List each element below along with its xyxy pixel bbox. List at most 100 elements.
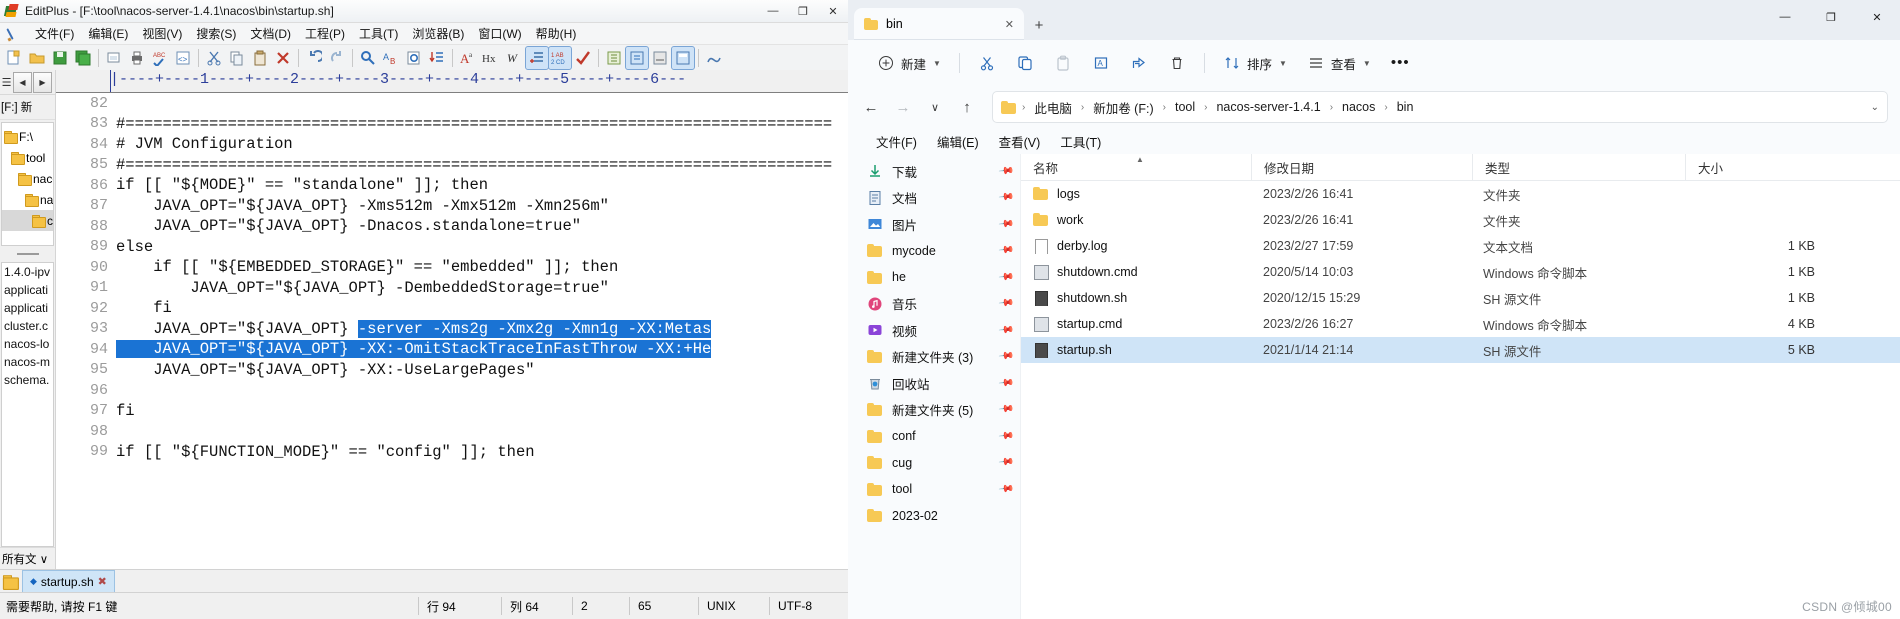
menu-file[interactable]: 文件(F) xyxy=(28,23,81,44)
font-icon[interactable]: Aa xyxy=(457,47,479,69)
goto-line-icon[interactable] xyxy=(426,47,448,69)
menu-window[interactable]: 窗口(W) xyxy=(471,23,528,44)
nav-item-3[interactable]: mycode 📌 xyxy=(848,238,1020,265)
tree-item-conf[interactable]: co xyxy=(2,210,53,231)
explorer-menu-edit[interactable]: 编辑(E) xyxy=(927,129,989,154)
code-line[interactable]: 85 #=====================================… xyxy=(56,155,848,176)
tree-item-nacos-server[interactable]: naco xyxy=(2,168,53,189)
code-line[interactable]: 86 if [[ "${MODE}" == "standalone" ]]; th… xyxy=(56,175,848,196)
delete-button[interactable] xyxy=(1159,47,1195,79)
breadcrumb-item-tool[interactable]: tool xyxy=(1171,98,1199,116)
close-icon[interactable]: ✖ xyxy=(98,575,107,588)
list-item[interactable]: nacos-lo xyxy=(2,337,53,355)
file-list-panel[interactable]: ▲ 名称 修改日期 类型 大小 logs 2023/2/26 16:41 文件夹 wo… xyxy=(1021,154,1900,619)
table-row[interactable]: shutdown.sh 2020/12/15 15:29 SH 源文件 1 KB xyxy=(1021,285,1900,311)
copy-button[interactable] xyxy=(1007,47,1043,79)
find-in-files-icon[interactable] xyxy=(403,47,425,69)
word-wrap-icon[interactable]: W xyxy=(503,47,525,69)
menu-project[interactable]: 工程(P) xyxy=(298,23,352,44)
nav-item-8[interactable]: 回收站 📌 xyxy=(848,370,1020,397)
menu-tools[interactable]: 工具(T) xyxy=(352,23,405,44)
hex-view-icon[interactable]: Hx xyxy=(480,47,502,69)
line-numbers-icon[interactable] xyxy=(525,46,549,70)
tabbar-folder-icon[interactable] xyxy=(0,571,22,592)
print-preview-icon[interactable] xyxy=(103,47,125,69)
show-spaces-icon[interactable]: 1 AB 2 CD xyxy=(548,46,572,70)
directory-pane-icon[interactable] xyxy=(603,47,625,69)
editor-area[interactable]: |----+----1----+----2----+----3----+----… xyxy=(56,70,848,570)
menu-edit[interactable]: 编辑(E) xyxy=(81,23,135,44)
breadcrumb-item-bin[interactable]: bin xyxy=(1393,98,1418,116)
breadcrumb-item-volume[interactable]: 新加卷 (F:) xyxy=(1089,96,1157,119)
minimize-button[interactable]: — xyxy=(1762,0,1808,34)
find-icon[interactable] xyxy=(357,47,379,69)
close-button[interactable]: ✕ xyxy=(818,0,848,22)
nav-item-11[interactable]: cug 📌 xyxy=(848,450,1020,477)
replace-icon[interactable]: AB xyxy=(380,47,402,69)
save-icon[interactable] xyxy=(49,47,71,69)
code-line[interactable]: 96 xyxy=(56,380,848,401)
clip-library-icon[interactable] xyxy=(625,46,649,70)
delete-icon[interactable] xyxy=(272,47,294,69)
list-item[interactable]: 1.4.0-ipv xyxy=(2,265,53,283)
nav-item-12[interactable]: tool 📌 xyxy=(848,476,1020,503)
browser-icon[interactable] xyxy=(703,47,725,69)
nav-item-6[interactable]: 视频 📌 xyxy=(848,317,1020,344)
breadcrumb-item-nacos[interactable]: nacos xyxy=(1338,98,1379,116)
column-header-name[interactable]: ▲ 名称 xyxy=(1021,154,1251,180)
code-line[interactable]: 95 JAVA_OPT="${JAVA_OPT} -XX:-UseLargePa… xyxy=(56,360,848,381)
drive-selector[interactable]: [F:] 新 xyxy=(0,95,55,120)
code-line[interactable]: 83 #=====================================… xyxy=(56,114,848,135)
directory-tree[interactable]: F:\ tool naco nac co xyxy=(1,122,54,246)
pin-icon[interactable]: 📌 xyxy=(997,402,1014,418)
code-line[interactable]: 93 JAVA_OPT="${JAVA_OPT} -server -Xms2g … xyxy=(56,319,848,340)
list-item[interactable]: cluster.c xyxy=(2,319,53,337)
rename-button[interactable]: A xyxy=(1083,47,1119,79)
recent-locations-button[interactable]: ∨ xyxy=(920,92,950,122)
spellcheck-icon[interactable]: ABC xyxy=(149,47,171,69)
column-header-size[interactable]: 大小 xyxy=(1685,154,1818,180)
new-button[interactable]: 新建 ▼ xyxy=(868,47,950,79)
nav-item-4[interactable]: he 📌 xyxy=(848,264,1020,291)
minimize-button[interactable]: — xyxy=(758,0,788,22)
print-icon[interactable] xyxy=(126,47,148,69)
maximize-button[interactable]: ❐ xyxy=(788,0,818,22)
pin-icon[interactable]: 📌 xyxy=(997,269,1014,285)
view-button[interactable]: 查看 ▼ xyxy=(1298,47,1380,79)
code-line[interactable]: 82 xyxy=(56,93,848,114)
menu-document[interactable]: 文档(D) xyxy=(243,23,298,44)
code-line[interactable]: 84 # JVM Configuration xyxy=(56,134,848,155)
table-row[interactable]: work 2023/2/26 16:41 文件夹 xyxy=(1021,207,1900,233)
menu-view[interactable]: 视图(V) xyxy=(135,23,189,44)
directory-file-list[interactable]: 1.4.0-ipv applicati applicati cluster.c … xyxy=(1,262,54,547)
sort-button[interactable]: 排序 ▼ xyxy=(1214,47,1296,79)
open-file-icon[interactable] xyxy=(26,47,48,69)
dock-prev-button[interactable]: ◀ xyxy=(13,71,32,93)
breadcrumb-item-nacos-server[interactable]: nacos-server-1.4.1 xyxy=(1212,98,1324,116)
code-line[interactable]: 99 if [[ "${FUNCTION_MODE}" == "config" ]… xyxy=(56,442,848,463)
tree-item-nacos[interactable]: nac xyxy=(2,189,53,210)
output-window-icon[interactable] xyxy=(649,47,671,69)
explorer-tab-bin[interactable]: bin ✕ xyxy=(854,8,1024,40)
back-button[interactable]: ← xyxy=(856,92,886,122)
pin-icon[interactable]: 📌 xyxy=(997,322,1014,338)
check-icon[interactable] xyxy=(572,47,594,69)
pin-icon[interactable]: 📌 xyxy=(997,190,1014,206)
nav-item-1[interactable]: 文档 📌 xyxy=(848,185,1020,212)
file-list[interactable]: logs 2023/2/26 16:41 文件夹 work 2023/2/26 16:4… xyxy=(1021,181,1900,363)
code-line[interactable]: 88 JAVA_OPT="${JAVA_OPT} -Dnacos.standal… xyxy=(56,216,848,237)
html-tag-icon[interactable]: <> xyxy=(172,47,194,69)
pin-icon[interactable]: 📌 xyxy=(997,216,1014,232)
copy-icon[interactable] xyxy=(226,47,248,69)
code-line[interactable]: 98 xyxy=(56,421,848,442)
explorer-menu-tools[interactable]: 工具(T) xyxy=(1050,129,1111,154)
table-row[interactable]: derby.log 2023/2/27 17:59 文本文档 1 KB xyxy=(1021,233,1900,259)
new-tab-button[interactable]: + xyxy=(1024,10,1054,40)
file-filter-dropdown[interactable]: 所有文 ∨ xyxy=(0,547,55,570)
table-row[interactable]: startup.cmd 2023/2/26 16:27 Windows 命令脚本 4 … xyxy=(1021,311,1900,337)
nav-item-2[interactable]: 图片 📌 xyxy=(848,211,1020,238)
nav-item-5[interactable]: 音乐 📌 xyxy=(848,291,1020,318)
dock-next-button[interactable]: ▶ xyxy=(33,71,52,93)
code-line[interactable]: 87 JAVA_OPT="${JAVA_OPT} -Xms512m -Xmx51… xyxy=(56,196,848,217)
redo-icon[interactable] xyxy=(326,47,348,69)
